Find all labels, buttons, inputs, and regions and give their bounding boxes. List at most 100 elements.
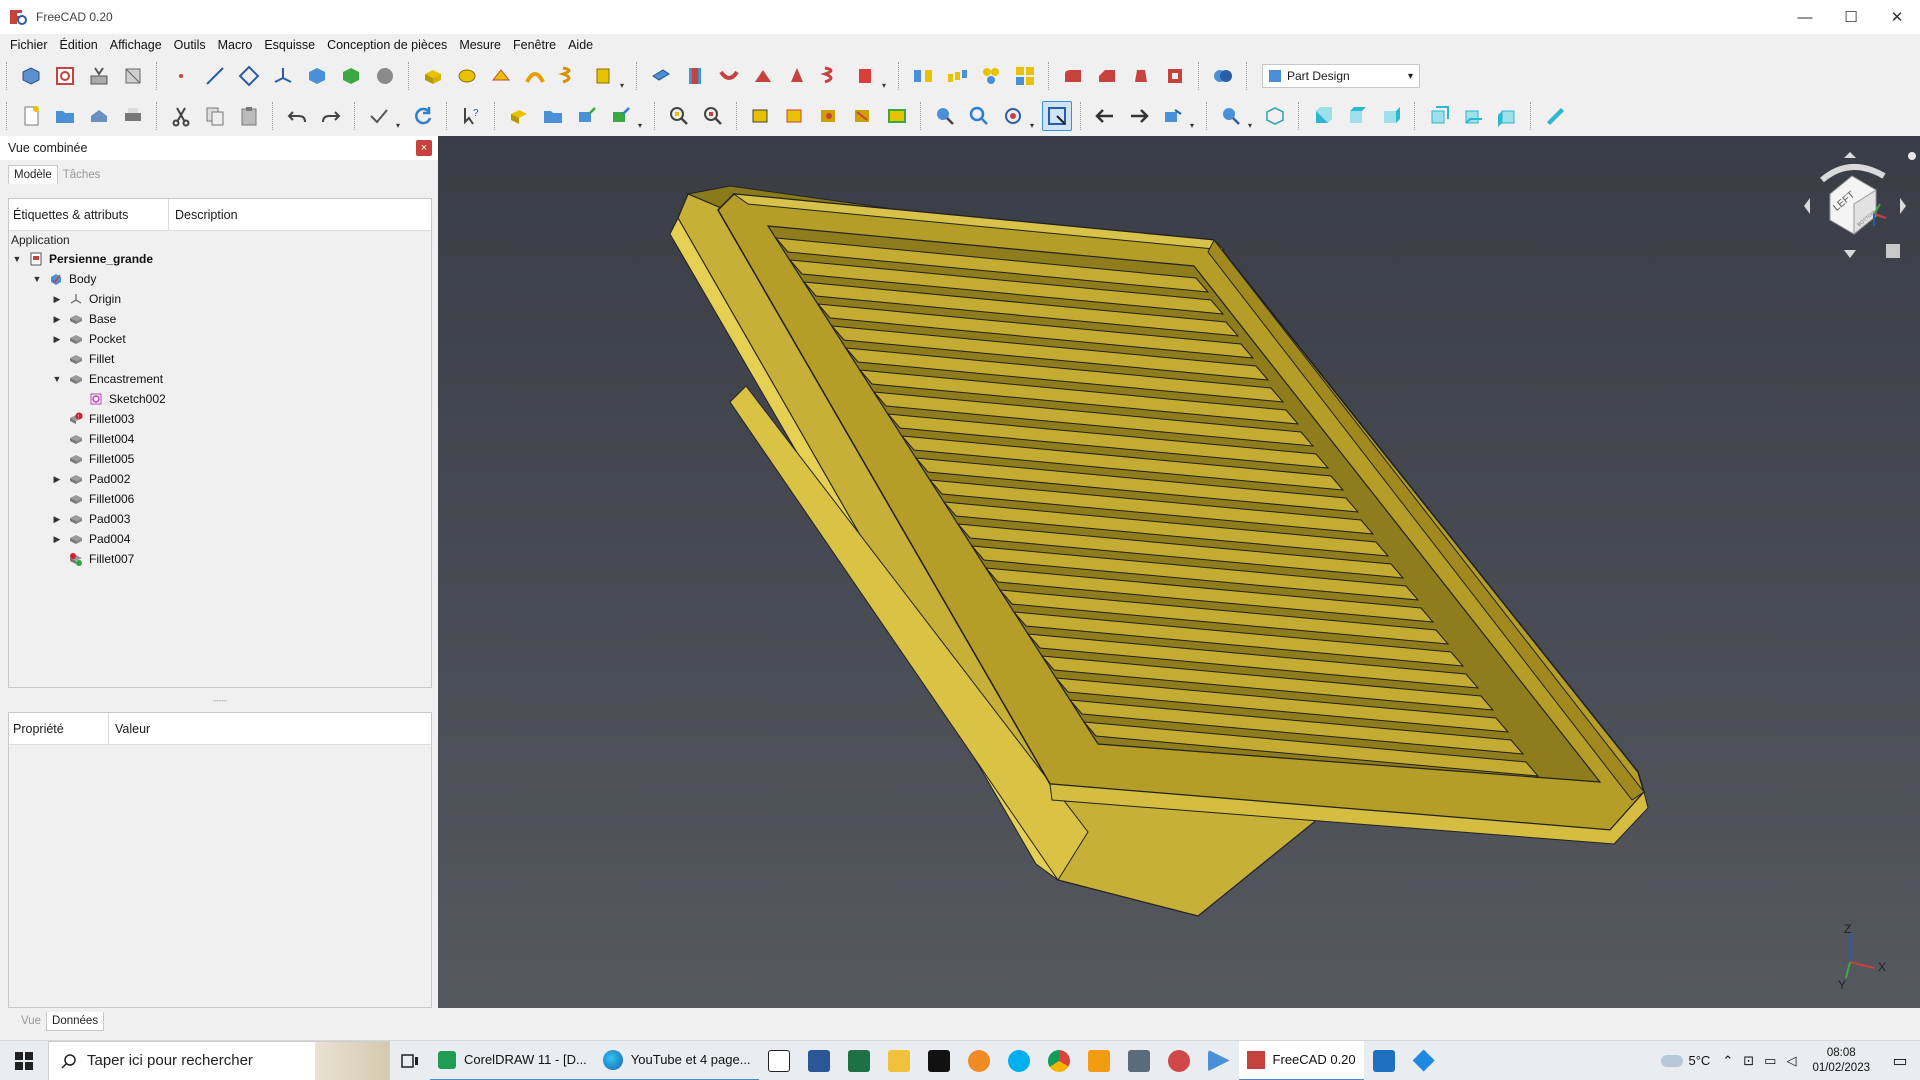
view-bottom-icon[interactable] [1458, 101, 1488, 131]
notification-icon[interactable]: ▭ [1880, 1051, 1920, 1071]
whats-this-icon[interactable]: ? [456, 101, 486, 131]
refresh-check-icon[interactable] [364, 101, 394, 131]
panel-splitter[interactable]: ----- [200, 697, 240, 705]
polar-pattern-icon[interactable] [976, 61, 1006, 91]
sync-view-icon[interactable] [1158, 101, 1188, 131]
display-icon[interactable]: ▭ [1764, 1053, 1776, 1069]
additive-pipe-icon[interactable] [520, 61, 550, 91]
datum-plane-icon[interactable] [234, 61, 264, 91]
additive-box-icon[interactable] [588, 61, 618, 91]
tree-item-base[interactable]: ▶ Base [9, 309, 431, 329]
chevron-up-icon[interactable]: ⌃ [1722, 1053, 1733, 1069]
tree-item-fillet003[interactable]: ! Fillet003 [9, 409, 431, 429]
menu-macro[interactable]: Macro [212, 34, 259, 56]
menu-esquisse[interactable]: Esquisse [258, 34, 321, 56]
subtractive-pipe-icon[interactable] [782, 61, 812, 91]
tab-taches[interactable]: Tâches [58, 166, 106, 184]
taskbar-freecad[interactable]: FreeCAD 0.20 [1238, 1040, 1364, 1080]
inkscape-icon[interactable] [919, 1041, 959, 1080]
create-part-icon[interactable] [504, 101, 534, 131]
app-blue-star-icon[interactable] [1404, 1041, 1444, 1080]
expand-arrow-icon[interactable]: ▶ [51, 533, 63, 545]
selectable-toggle-icon[interactable] [848, 101, 878, 131]
task-view-icon[interactable] [390, 1041, 430, 1080]
draft-icon[interactable] [1126, 61, 1156, 91]
tree-item-pocket[interactable]: ▶ Pocket [9, 329, 431, 349]
word-icon[interactable] [799, 1041, 839, 1080]
forward-arrow-icon[interactable] [1124, 101, 1154, 131]
save-document-icon[interactable] [84, 101, 114, 131]
taskbar-coreldraw[interactable]: CorelDRAW 11 - [D... [430, 1041, 595, 1080]
menu-affichage[interactable]: Affichage [104, 34, 168, 56]
texture-icon[interactable] [882, 101, 912, 131]
linear-pattern-icon[interactable] [942, 61, 972, 91]
menu-fichier[interactable]: Fichier [4, 34, 54, 56]
fillet-icon[interactable] [1058, 61, 1088, 91]
mirrored-icon[interactable] [908, 61, 938, 91]
view-rear-icon[interactable] [1424, 101, 1454, 131]
attach-sketch-icon[interactable] [118, 61, 148, 91]
expand-arrow-icon[interactable]: ▼ [31, 273, 43, 285]
copy-icon[interactable] [200, 101, 230, 131]
additive-helix-icon[interactable] [554, 61, 584, 91]
weather-cloud-icon[interactable] [1660, 1054, 1683, 1067]
revolution-icon[interactable] [452, 61, 482, 91]
louver-model[interactable] [438, 136, 1920, 1008]
labels-column-header[interactable]: Étiquettes & attributs [9, 199, 169, 230]
measure-icon[interactable] [1540, 101, 1570, 131]
navigation-cube[interactable]: LEFT BOTTOM [1790, 146, 1920, 266]
pad-icon[interactable] [418, 61, 448, 91]
view-top-icon[interactable] [1342, 101, 1372, 131]
tree-item-fillet007[interactable]: Fillet007 [9, 549, 431, 569]
shape-binder-icon[interactable] [302, 61, 332, 91]
redo-icon[interactable] [316, 101, 346, 131]
expand-arrow-icon[interactable]: ▶ [51, 313, 63, 325]
datum-line-icon[interactable] [200, 61, 230, 91]
volume-icon[interactable]: ◁ [1786, 1053, 1796, 1069]
dropdown-arrow-icon[interactable]: ▾ [638, 121, 648, 130]
orbit-icon[interactable] [998, 101, 1028, 131]
menu-mesure[interactable]: Mesure [453, 34, 507, 56]
bounding-box-icon[interactable] [780, 101, 810, 131]
tree-item-fillet005[interactable]: Fillet005 [9, 449, 431, 469]
tab-vue[interactable]: Vue [16, 1012, 46, 1031]
expand-arrow-icon[interactable]: ▶ [51, 473, 63, 485]
view-isometric-icon[interactable] [1260, 101, 1290, 131]
box-zoom-icon[interactable] [1042, 101, 1072, 131]
tree-item-origin[interactable]: ▶ Origin [9, 289, 431, 309]
toggle-visibility-icon[interactable] [814, 101, 844, 131]
subtractive-helix-icon[interactable] [816, 61, 846, 91]
datum-point-icon[interactable] [166, 61, 196, 91]
tree-item-sketch002[interactable]: Sketch002 [9, 389, 431, 409]
maximize-button[interactable]: ☐ [1828, 0, 1874, 34]
dropdown-arrow-icon[interactable]: ▾ [1030, 121, 1040, 130]
tree-item-body[interactable]: ▼ Body [9, 269, 431, 289]
recompute-icon[interactable] [408, 101, 438, 131]
tree-item-pad002[interactable]: ▶ Pad002 [9, 469, 431, 489]
app-red-icon[interactable] [1159, 1041, 1199, 1080]
view-front-icon[interactable] [1308, 101, 1338, 131]
file-explorer-icon[interactable] [879, 1041, 919, 1080]
paint-icon[interactable] [959, 1041, 999, 1080]
expand-arrow-icon[interactable]: ▶ [51, 333, 63, 345]
boolean-icon[interactable] [1208, 61, 1238, 91]
menu-fenetre[interactable]: Fenêtre [507, 34, 562, 56]
taskbar-edge[interactable]: YouTube et 4 page... [594, 1041, 759, 1080]
taskbar-clock[interactable]: 08:08 01/02/2023 [1802, 1046, 1880, 1076]
expand-arrow-icon[interactable]: ▼ [11, 253, 23, 265]
local-coordinate-system-icon[interactable] [268, 61, 298, 91]
menu-outils[interactable]: Outils [168, 34, 212, 56]
expand-arrow-icon[interactable]: ▶ [51, 513, 63, 525]
view-left-icon[interactable] [1492, 101, 1522, 131]
windows-start-button[interactable] [0, 1041, 48, 1080]
7zip-icon[interactable] [759, 1041, 799, 1080]
additive-loft-icon[interactable] [486, 61, 516, 91]
subtractive-loft-icon[interactable] [748, 61, 778, 91]
expand-arrow-icon[interactable]: ▶ [51, 293, 63, 305]
menu-aide[interactable]: Aide [562, 34, 599, 56]
calculator-icon[interactable] [1119, 1041, 1159, 1080]
expand-arrow-icon[interactable]: ▼ [51, 373, 63, 385]
zoom-icon[interactable] [964, 101, 994, 131]
tree-item-pad003[interactable]: ▶ Pad003 [9, 509, 431, 529]
link-icon[interactable] [572, 101, 602, 131]
